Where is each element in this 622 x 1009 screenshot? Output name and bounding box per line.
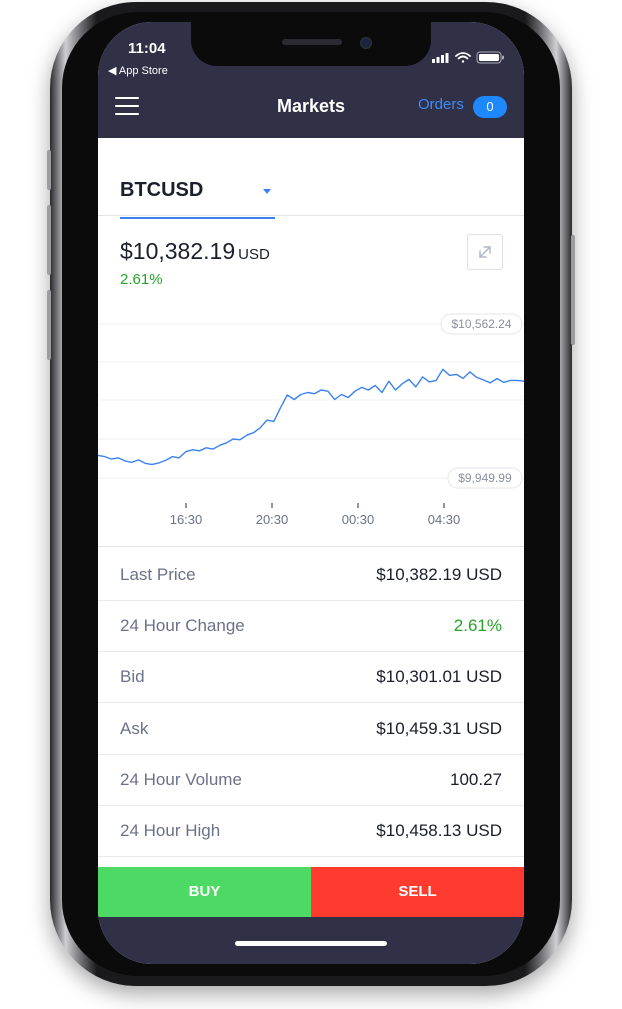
home-indicator[interactable] [235,941,387,946]
price-change: 2.61% [120,271,163,288]
x-tick-label: 04:30 [428,512,461,527]
power-button [571,235,575,345]
sell-button[interactable]: SELL [311,867,524,917]
stat-value: 2.61% [453,616,502,636]
x-tick-label: 00:30 [342,512,375,527]
expand-chart-button[interactable] [467,234,503,270]
svg-text:$9,949.99: $9,949.99 [458,471,512,485]
status-time: 11:04 [128,40,166,57]
signal-icon [432,53,449,63]
stat-value: $10,458.13 USD [376,821,502,840]
app-header: 11:04 ◀ App Store Markets Orders 0 [98,22,524,138]
price-series-line [98,368,524,466]
app-screen: 11:04 ◀ App Store Markets Orders 0 BTCUS… [98,22,524,964]
svg-text:$10,562.24: $10,562.24 [451,317,511,331]
stat-label: Bid [120,667,145,687]
price-chart[interactable]: $10,562.24 $9,949.99 16:30 20:30 00:30 04:30 [98,302,524,532]
pair-select[interactable]: BTCUSD [120,177,275,219]
back-to-app-store[interactable]: ◀ App Store [108,64,168,77]
chart-low-label: $9,949.99 [447,467,523,489]
stat-row: Ask $10,459.31 USD [98,703,524,755]
wifi-icon [455,52,471,63]
stat-value: $10,382.19 USD [376,565,502,584]
stat-row: 24 Hour Volume 100.27 [98,754,524,806]
x-tick-label: 20:30 [256,512,289,527]
dropdown-caret-icon [263,189,271,194]
orders-count-badge[interactable]: 0 [473,96,507,118]
stat-row: 24 Hour High $10,458.13 USD [98,805,524,857]
battery-icon [476,51,504,64]
orders-link[interactable]: Orders [418,96,464,113]
expand-icon [479,246,491,258]
stat-label: Ask [120,718,149,738]
price-chart-svg: $10,562.24 $9,949.99 16:30 20:30 00:30 04:30 [98,313,524,527]
chart-high-label: $10,562.24 [440,313,523,335]
stat-label: 24 Hour High [120,821,221,840]
divider [98,546,524,547]
x-tick-label: 16:30 [170,512,203,527]
stat-row: 24 Hour Change 2.61% [98,600,524,653]
stat-value: $10,301.01 USD [376,667,502,687]
stat-label: 24 Hour Volume [120,769,242,789]
divider [98,215,524,216]
price-currency: USD [238,246,270,263]
price-value: $10,382.19 [120,238,236,264]
volume-down-button [47,290,51,360]
stat-label: 24 Hour Change [120,616,245,636]
earpiece-speaker [282,39,342,45]
stat-row: Last Price $10,382.19 USD [98,549,524,601]
current-price: $10,382.19 USD [120,238,270,265]
mute-switch [47,150,51,190]
stat-value: $10,459.31 USD [376,718,502,738]
volume-up-button [47,205,51,275]
front-camera [360,37,372,49]
stat-label: Last Price [120,565,196,584]
pair-select-value: BTCUSD [120,179,204,201]
stat-row: Bid $10,301.01 USD [98,651,524,704]
status-icons [430,50,510,64]
stat-value: 100.27 [450,769,502,789]
buy-button[interactable]: BUY [98,867,311,917]
